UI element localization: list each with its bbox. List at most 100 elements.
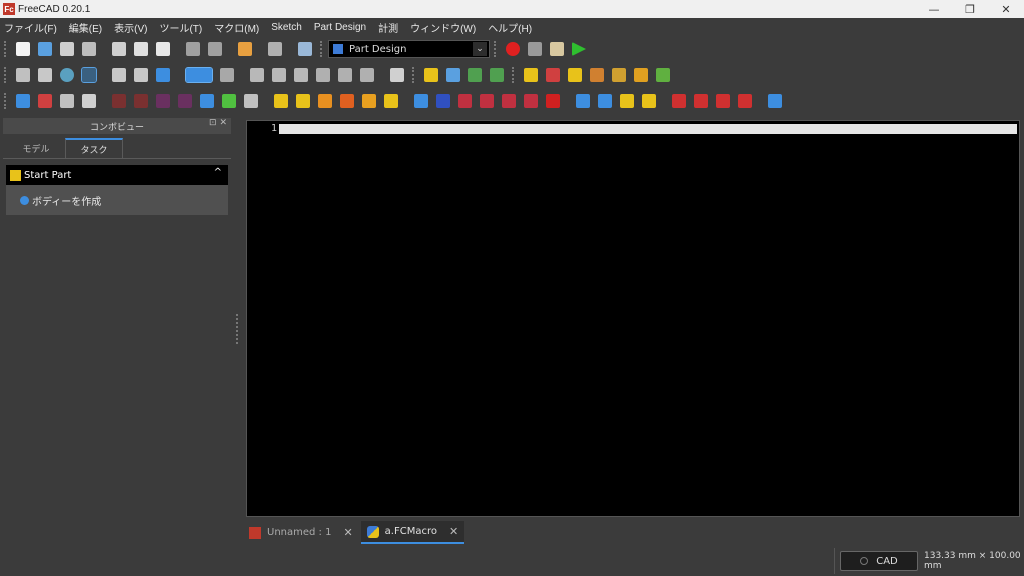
menu-tools[interactable]: ツール(T) (159, 20, 202, 35)
panel-float-close-buttons[interactable]: ⊡ ✕ (209, 118, 227, 128)
pocket-icon[interactable] (414, 94, 428, 108)
menu-help[interactable]: ヘルプ(H) (488, 20, 532, 35)
menu-edit[interactable]: 編集(E) (69, 20, 102, 35)
standard-views-icon[interactable] (185, 67, 213, 83)
left-view-icon[interactable] (360, 68, 374, 82)
new-file-icon[interactable] (16, 42, 30, 56)
subtractive-primitive-icon[interactable] (546, 94, 560, 108)
datum-plane-icon[interactable] (612, 68, 626, 82)
back-icon[interactable] (112, 68, 126, 82)
redo-icon[interactable] (208, 42, 222, 56)
toolbar-grip[interactable] (512, 67, 516, 83)
draw-style-icon[interactable] (60, 68, 74, 82)
toolbar-grip[interactable] (4, 41, 8, 57)
pad-icon[interactable] (274, 94, 288, 108)
tab-tasks[interactable]: タスク (65, 138, 123, 158)
datum-line-icon[interactable] (590, 68, 604, 82)
shapebinder-icon[interactable] (200, 94, 214, 108)
additive-helix-icon[interactable] (362, 94, 376, 108)
boolean-icon[interactable] (768, 94, 782, 108)
bottom-view-icon[interactable] (338, 68, 352, 82)
shape-binder-icon[interactable] (634, 68, 648, 82)
create-sketch-icon[interactable] (16, 94, 30, 108)
toolbar-grip[interactable] (320, 41, 324, 57)
workbench-hand-icon[interactable] (238, 42, 252, 56)
multitransform-icon[interactable] (642, 94, 656, 108)
menu-window[interactable]: ウィンドウ(W) (410, 20, 476, 35)
isometric-view-icon[interactable] (220, 68, 234, 82)
current-line-highlight[interactable] (279, 124, 1017, 134)
close-button[interactable]: ✕ (988, 0, 1024, 18)
datum-point-disabled-icon[interactable] (112, 94, 126, 108)
subtractive-helix-icon[interactable] (524, 94, 538, 108)
front-view-icon[interactable] (250, 68, 264, 82)
menu-sketch[interactable]: Sketch (271, 22, 302, 33)
new-body-icon[interactable] (524, 68, 538, 82)
top-view-icon[interactable] (272, 68, 286, 82)
additive-primitive-icon[interactable] (384, 94, 398, 108)
measure-distance-icon[interactable] (390, 68, 404, 82)
fit-all-icon[interactable] (16, 68, 30, 82)
create-group-icon[interactable] (446, 68, 460, 82)
macro-run-icon[interactable] (572, 42, 586, 56)
macro-editor[interactable]: 1 (246, 120, 1020, 517)
clone-body-icon[interactable] (244, 94, 258, 108)
minimize-button[interactable]: — (916, 0, 952, 18)
menu-file[interactable]: ファイル(F) (4, 20, 57, 35)
cut-icon[interactable] (112, 42, 126, 56)
menu-macro[interactable]: マクロ(M) (214, 20, 259, 35)
make-link-icon[interactable] (468, 68, 482, 82)
sketch-icon[interactable] (546, 68, 560, 82)
copy-icon[interactable] (134, 42, 148, 56)
mirrored-icon[interactable] (576, 94, 590, 108)
undo-icon[interactable] (186, 42, 200, 56)
navigation-style-button[interactable]: CAD (840, 551, 918, 571)
menu-measure[interactable]: 計測 (378, 20, 398, 35)
chevron-down-icon[interactable]: ⌄ (473, 42, 487, 56)
map-sketch-icon[interactable] (60, 94, 74, 108)
clone-icon[interactable] (656, 68, 670, 82)
additive-loft-icon[interactable] (318, 94, 332, 108)
open-file-icon[interactable] (38, 42, 52, 56)
view-sketch-icon[interactable] (82, 94, 96, 108)
link-actions-icon[interactable] (490, 68, 504, 82)
menu-part-design[interactable]: Part Design (314, 22, 366, 33)
close-icon[interactable]: ✕ (343, 526, 352, 539)
maximize-button[interactable]: ❐ (952, 0, 988, 18)
close-icon[interactable]: ✕ (449, 525, 458, 538)
rear-view-icon[interactable] (316, 68, 330, 82)
fit-selection-icon[interactable] (38, 68, 52, 82)
refresh-icon[interactable] (268, 42, 282, 56)
sync-view-icon[interactable] (156, 68, 170, 82)
right-view-icon[interactable] (294, 68, 308, 82)
subtractive-pipe-icon[interactable] (502, 94, 516, 108)
macro-edit-icon[interactable] (550, 42, 564, 56)
macro-record-icon[interactable] (506, 42, 520, 56)
draft-icon[interactable] (716, 94, 730, 108)
toolbar-grip[interactable] (494, 41, 498, 57)
polar-pattern-icon[interactable] (620, 94, 634, 108)
subshape-binder-icon[interactable] (222, 94, 236, 108)
macro-stop-icon[interactable] (528, 42, 542, 56)
collapse-icon[interactable]: ^ (214, 167, 222, 178)
hole-icon[interactable] (436, 94, 450, 108)
bounding-box-icon[interactable] (81, 67, 97, 83)
save-icon[interactable] (60, 42, 74, 56)
datum-point-icon[interactable] (568, 68, 582, 82)
toolbar-grip[interactable] (4, 67, 8, 83)
local-cs-icon[interactable] (178, 94, 192, 108)
tab-macro-file[interactable]: a.FCMacro ✕ (360, 521, 465, 544)
create-part-icon[interactable] (424, 68, 438, 82)
toolbar-grip[interactable] (412, 67, 416, 83)
task-panel-header[interactable]: Start Part ^ (6, 165, 228, 185)
datum-line-disabled-icon[interactable] (134, 94, 148, 108)
fillet-icon[interactable] (672, 94, 686, 108)
revolution-icon[interactable] (296, 94, 310, 108)
toolbar-grip[interactable] (4, 93, 8, 109)
forward-icon[interactable] (134, 68, 148, 82)
create-body-link[interactable]: ボディーを作成 (32, 193, 101, 208)
datum-plane-disabled-icon[interactable] (156, 94, 170, 108)
subtractive-loft-icon[interactable] (480, 94, 494, 108)
print-icon[interactable] (82, 42, 96, 56)
linear-pattern-icon[interactable] (598, 94, 612, 108)
